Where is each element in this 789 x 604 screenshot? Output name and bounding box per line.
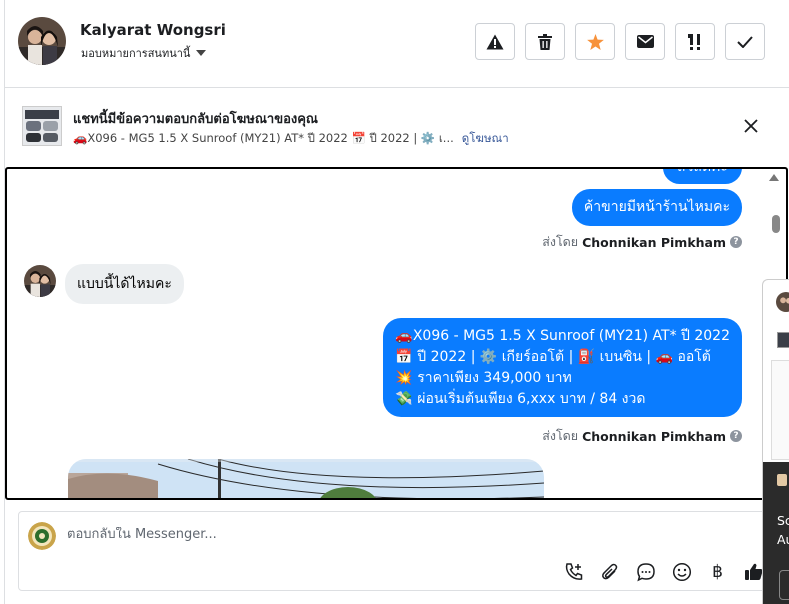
image-thumbnail xyxy=(777,474,787,486)
message-thread[interactable]: สวัสดีค่ะ ค้าขายมีหน้าร้านไหมคะ ส่งโดย C… xyxy=(5,167,788,500)
avatar xyxy=(776,292,789,312)
message-text: แบบนี้ได้ไหมคะ xyxy=(77,276,172,292)
emoji-button[interactable] xyxy=(670,560,693,583)
message-text: สวัสดีค่ะ xyxy=(677,167,728,175)
caret-down-icon xyxy=(196,50,207,56)
done-button[interactable] xyxy=(725,23,765,60)
sent-by-name: Chonnikan Pimkham xyxy=(582,428,726,444)
side-panel-text: Sc xyxy=(777,513,789,528)
chat-bubble-icon xyxy=(636,562,655,581)
emoji-icon xyxy=(672,562,691,581)
scrollbar-thumb[interactable] xyxy=(772,215,780,233)
report-button[interactable] xyxy=(475,23,515,60)
inbox-conversation: Kalyarat Wongsri มอบหมายการสนทนานี้ แชทน… xyxy=(0,0,789,604)
message-bubble-outgoing: สวัสดีค่ะ xyxy=(663,167,742,184)
saved-replies-button[interactable] xyxy=(634,560,657,583)
warning-icon xyxy=(486,34,504,49)
delete-button[interactable] xyxy=(525,23,565,60)
header-actions xyxy=(475,23,765,60)
message-bubble-incoming: แบบนี้ได้ไหมคะ xyxy=(65,264,184,304)
side-panel-footer: Sc Au xyxy=(763,462,789,604)
side-panel-preview[interactable]: Sc Au xyxy=(762,279,789,604)
preview-card xyxy=(771,360,789,460)
info-icon[interactable]: ? xyxy=(730,430,742,442)
sent-by-prefix: ส่งโดย xyxy=(542,428,579,443)
message-photo[interactable] xyxy=(68,459,544,498)
assign-label: มอบหมายการสนทนานี้ xyxy=(81,47,191,60)
attach-button[interactable] xyxy=(598,560,621,583)
info-icon[interactable]: ? xyxy=(730,236,742,248)
ad-banner-subtitle: 🚗X096 - MG5 1.5 X Sunroof (MY21) AT* ปี … xyxy=(73,130,509,148)
attachment-icon xyxy=(601,563,617,579)
star-icon xyxy=(586,33,604,50)
mail-button[interactable] xyxy=(625,23,665,60)
contact-avatar-small[interactable] xyxy=(24,265,56,297)
ad-thumbnail[interactable] xyxy=(22,106,62,146)
envelope-icon xyxy=(636,35,654,48)
call-button[interactable] xyxy=(562,560,585,583)
conversation-header: Kalyarat Wongsri มอบหมายการสนทนานี้ xyxy=(5,0,789,88)
message-line: 📅 ปี 2022 | ⚙️ เกียร์ออโต้ | ⛽ เบนซิน | … xyxy=(395,349,711,365)
contact-name[interactable]: Kalyarat Wongsri xyxy=(80,21,226,39)
page-logo xyxy=(28,522,56,550)
reply-input[interactable] xyxy=(67,527,667,542)
sent-by-label: ส่งโดย Chonnikan Pimkham ? xyxy=(542,426,742,446)
sent-by-prefix: ส่งโดย xyxy=(542,234,579,249)
priority-button[interactable] xyxy=(675,23,715,60)
check-icon xyxy=(737,35,753,48)
close-banner-button[interactable] xyxy=(741,116,761,136)
assign-conversation-dropdown[interactable]: มอบหมายการสนทนานี้ xyxy=(81,44,207,62)
message-bubble-outgoing: 🚗X096 - MG5 1.5 X Sunroof (MY21) AT* ปี … xyxy=(383,318,742,417)
call-icon xyxy=(565,562,582,580)
ad-reply-banner: แชทนี้มีข้อความตอบกลับต่อโฆษณาของคุณ 🚗X0… xyxy=(5,89,789,167)
message-text: ค้าขายมีหน้าร้านไหมคะ xyxy=(583,199,730,215)
ad-summary: 🚗X096 - MG5 1.5 X Sunroof (MY21) AT* ปี … xyxy=(73,131,454,145)
thumbs-up-icon xyxy=(744,563,763,580)
sent-by-name: Chonnikan Pimkham xyxy=(582,234,726,250)
side-panel-text: Au xyxy=(777,532,789,547)
ad-thumbnail xyxy=(777,332,789,348)
close-icon xyxy=(744,119,758,133)
trash-icon xyxy=(538,33,552,50)
ad-banner-title: แชทนี้มีข้อความตอบกลับต่อโฆษณาของคุณ xyxy=(73,112,318,127)
payment-button[interactable]: ฿ xyxy=(706,560,729,583)
view-ad-link[interactable]: ดูโฆษณา xyxy=(462,130,509,148)
message-bubble-outgoing: ค้าขายมีหน้าร้านไหมคะ xyxy=(571,189,742,226)
composer-toolbar: ฿ xyxy=(562,560,765,583)
star-button[interactable] xyxy=(575,23,615,60)
message-line: 🚗X096 - MG5 1.5 X Sunroof (MY21) AT* ปี … xyxy=(395,328,730,344)
sent-by-label: ส่งโดย Chonnikan Pimkham ? xyxy=(542,232,742,252)
priority-icon xyxy=(688,33,700,50)
message-line: 💸 ผ่อนเริ่มต้นเพียง 6,xxx บาท / 84 งวด xyxy=(395,391,646,407)
reply-composer: ฿ xyxy=(18,511,768,591)
baht-icon: ฿ xyxy=(712,561,723,582)
scroll-up-icon[interactable] xyxy=(769,174,779,181)
contact-avatar[interactable] xyxy=(18,17,66,65)
message-line: 💥 ราคาเพียง 349,000 บาท xyxy=(395,370,572,386)
side-panel-button[interactable] xyxy=(779,570,789,600)
